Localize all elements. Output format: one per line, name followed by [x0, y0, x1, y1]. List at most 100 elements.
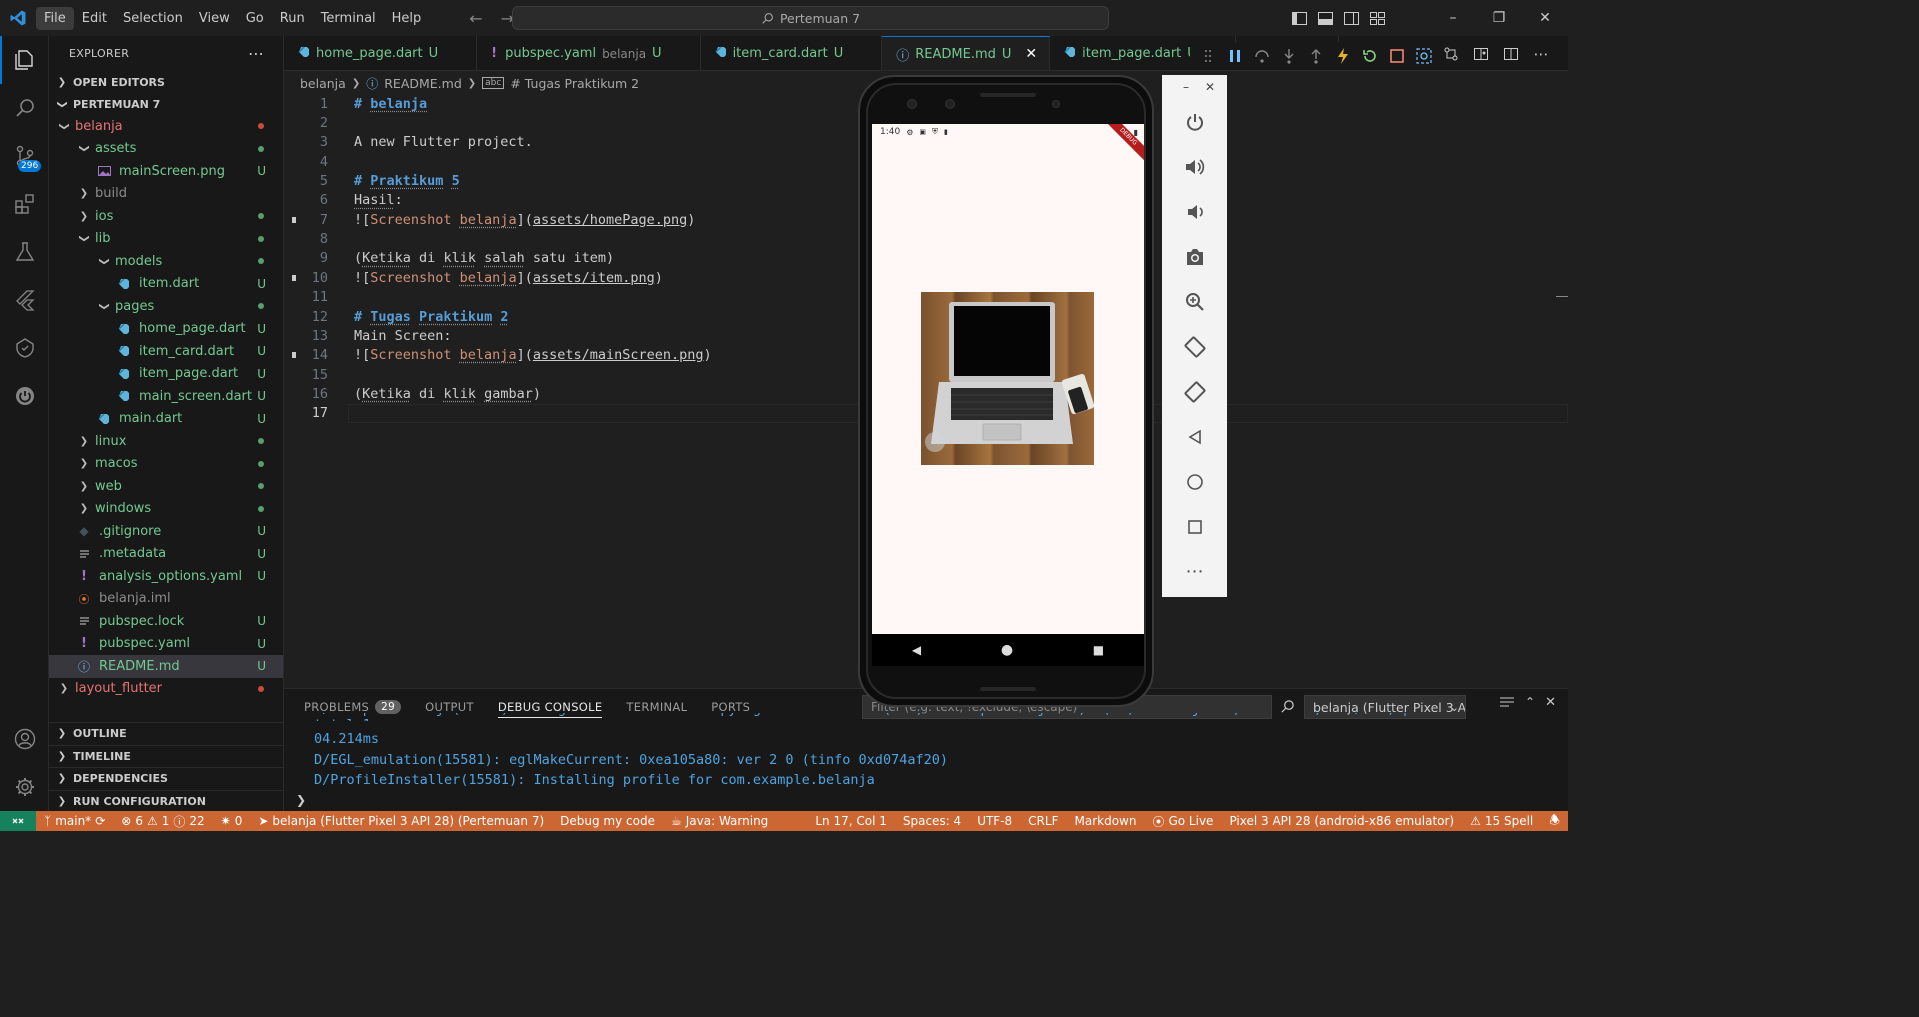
tree-folder-models[interactable]: ❯ models	[49, 250, 283, 273]
tree-file-.metadata[interactable]: .metadata U	[49, 543, 283, 566]
more-actions-icon[interactable]: ⋯	[248, 44, 265, 63]
tree-file-belanja.iml[interactable]: ⦿ belanja.iml	[49, 588, 283, 611]
pause-icon[interactable]	[1223, 44, 1247, 68]
tab-home_page.dart[interactable]: home_page.dart U	[284, 36, 478, 70]
customize-layout-icon[interactable]	[1364, 0, 1390, 36]
workspace-root-section[interactable]: ❯ PERTEMUAN 7	[49, 93, 283, 115]
go-live[interactable]: ⦿ Go Live	[1144, 813, 1221, 830]
section-run-configuration[interactable]: ❯ RUN CONFIGURATION	[49, 789, 284, 813]
tree-folder-windows[interactable]: ❯ windows	[49, 498, 283, 521]
rotate-right-icon[interactable]	[1162, 369, 1227, 414]
testing-icon[interactable]	[0, 228, 49, 276]
debug-my-code[interactable]: Debug my code	[552, 814, 663, 828]
home-icon[interactable]	[1162, 459, 1227, 504]
more-options-icon[interactable]: ⋯	[1162, 549, 1227, 594]
breadcrumb-file[interactable]: README.md	[384, 76, 462, 91]
tree-folder-assets[interactable]: ❯ assets	[49, 138, 283, 161]
tree-folder-linux[interactable]: ❯ linux	[49, 430, 283, 453]
tree-file-analysis_options.yaml[interactable]: ! analysis_options.yaml U	[49, 565, 283, 588]
remote-indicator-icon[interactable]	[0, 811, 36, 831]
tab-pubspec.yaml[interactable]: ! pubspec.yaml belanja U	[477, 36, 701, 70]
restore-window-icon[interactable]: ❐	[1476, 0, 1522, 36]
back-arrow-icon[interactable]: ←	[469, 9, 482, 28]
laptop-product-image[interactable]	[921, 292, 1094, 465]
java-status[interactable]: ☕ Java: Warning	[663, 814, 776, 828]
breadcrumb-folder[interactable]: belanja	[300, 76, 346, 91]
camera-icon[interactable]	[1162, 234, 1227, 279]
rotate-left-icon[interactable]	[1162, 324, 1227, 369]
flutter-icon[interactable]	[0, 276, 49, 324]
stop-icon[interactable]	[1385, 44, 1409, 68]
overview-icon[interactable]	[1162, 504, 1227, 549]
step-into-icon[interactable]	[1277, 44, 1301, 68]
tab-README.md[interactable]: ⓘ README.md U ✕	[882, 36, 1051, 70]
close-tab-icon[interactable]: ✕	[1025, 46, 1037, 62]
tree-file-main.dart[interactable]: main.dart U	[49, 408, 283, 431]
notifications[interactable]: 🕭	[1541, 811, 1568, 832]
tree-file-main_screen.dart[interactable]: main_screen.dart U	[49, 385, 283, 408]
open-preview-icon[interactable]	[1468, 41, 1494, 67]
tree-file-README.md[interactable]: ⓘ README.md U	[49, 655, 283, 678]
search-icon[interactable]	[0, 84, 49, 132]
menu-go[interactable]: Go	[238, 7, 272, 30]
section-outline[interactable]: ❯ OUTLINE	[49, 722, 284, 745]
open-editors-section[interactable]: ❯ OPEN EDITORS	[49, 71, 283, 93]
toggle-secondary-sidebar-icon[interactable]	[1338, 0, 1364, 36]
menu-selection[interactable]: Selection	[115, 7, 191, 30]
language-mode[interactable]: Markdown	[1066, 814, 1144, 828]
settings-gear-icon[interactable]	[0, 763, 49, 811]
tree-folder-layout_flutter[interactable]: ❯ layout_flutter	[49, 678, 283, 701]
tree-folder-macos[interactable]: ❯ macos	[49, 453, 283, 476]
nav-recents-icon[interactable]: ■	[1093, 643, 1104, 657]
menu-edit[interactable]: Edit	[74, 7, 115, 30]
close-panel-icon[interactable]: ✕	[1545, 695, 1556, 713]
section-timeline[interactable]: ❯ TIMELINE	[49, 744, 284, 768]
tree-file-pubspec.lock[interactable]: pubspec.lock U	[49, 610, 283, 633]
maximize-panel-icon[interactable]: ⌃	[1525, 695, 1535, 713]
remote-explorer-icon[interactable]	[0, 324, 49, 372]
toggle-sidebar-icon[interactable]	[1286, 0, 1312, 36]
compare-changes-icon[interactable]	[1438, 41, 1464, 67]
tree-folder-web[interactable]: ❯ web	[49, 475, 283, 498]
restart-icon[interactable]	[1358, 44, 1382, 68]
indentation[interactable]: Spaces: 4	[895, 814, 969, 828]
menu-help[interactable]: Help	[384, 7, 430, 30]
source-control-icon[interactable]: 296	[0, 132, 49, 180]
zoom-in-icon[interactable]	[1162, 279, 1227, 324]
tab-item_card.dart[interactable]: item_card.dart U	[701, 36, 883, 70]
tree-folder-lib[interactable]: ❯ lib	[49, 228, 283, 251]
toggle-panel-icon[interactable]	[1312, 0, 1338, 36]
encoding[interactable]: UTF-8	[969, 814, 1020, 828]
explorer-icon[interactable]	[0, 36, 49, 84]
back-icon[interactable]	[1162, 414, 1227, 459]
minimize-window-icon[interactable]: –	[1430, 0, 1476, 36]
tree-file-.gitignore[interactable]: ◆ .gitignore U	[49, 520, 283, 543]
menu-terminal[interactable]: Terminal	[313, 7, 384, 30]
step-out-icon[interactable]	[1304, 44, 1328, 68]
extensions-icon[interactable]	[0, 180, 49, 228]
menu-view[interactable]: View	[191, 7, 238, 30]
tree-folder-belanja[interactable]: ❯ belanja	[49, 115, 283, 138]
tree-file-item_page.dart[interactable]: item_page.dart U	[49, 363, 283, 386]
tree-file-home_page.dart[interactable]: home_page.dart U	[49, 318, 283, 341]
tree-folder-ios[interactable]: ❯ ios	[49, 205, 283, 228]
end-of-line[interactable]: CRLF	[1020, 814, 1066, 828]
power-icon[interactable]	[1162, 99, 1227, 144]
minimize-emulator-icon[interactable]: –	[1183, 80, 1189, 94]
tree-file-item_card.dart[interactable]: item_card.dart U	[49, 340, 283, 363]
command-center-search[interactable]: Pertemuan 7	[512, 6, 1109, 30]
spring-boot-icon[interactable]	[0, 372, 49, 420]
step-over-icon[interactable]	[1250, 44, 1274, 68]
breadcrumb-symbol[interactable]: # Tugas Praktikum 2	[510, 76, 639, 91]
cursor-position[interactable]: Ln 17, Col 1	[807, 814, 895, 828]
ports-indicator[interactable]: ✷ 0	[213, 814, 251, 828]
debug-session-status[interactable]: ➤ belanja (Flutter Pixel 3 API 28) (Perte…	[250, 814, 552, 828]
hot-reload-icon[interactable]	[1331, 44, 1355, 68]
tree-folder-build[interactable]: ❯ build	[49, 183, 283, 206]
close-window-icon[interactable]: ✕	[1522, 0, 1568, 36]
spell-checker[interactable]: ⚠ 15 Spell	[1462, 814, 1541, 828]
section-dependencies[interactable]: ❯ DEPENDENCIES	[49, 767, 284, 790]
tree-file-mainScreen.png[interactable]: mainScreen.png U	[49, 160, 283, 183]
account-icon[interactable]	[0, 715, 49, 763]
nav-home-icon[interactable]: ●	[1001, 642, 1013, 658]
